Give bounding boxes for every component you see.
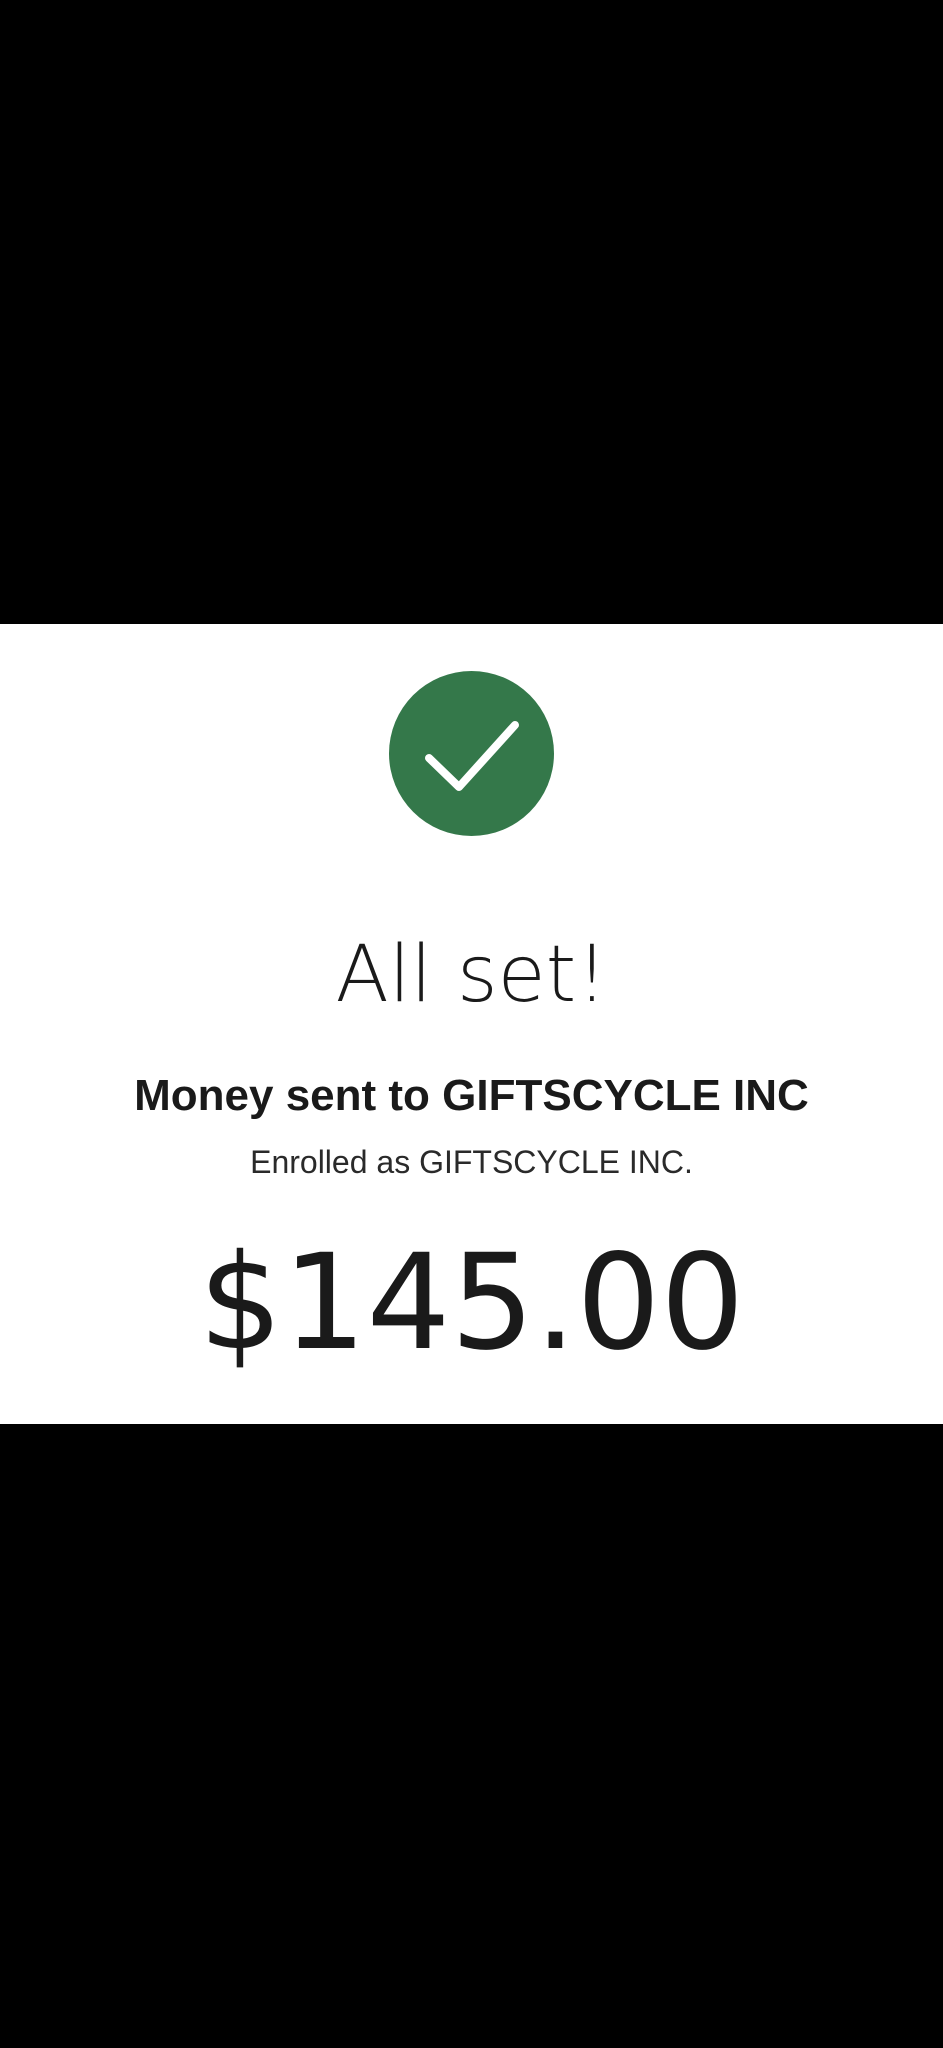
screen: All set! Money sent to GIFTSCYCLE INC En… (0, 0, 943, 2048)
enrolled-name-text: Enrolled as GIFTSCYCLE INC. (250, 1144, 693, 1180)
recipient-heading: Money sent to GIFTSCYCLE INC (134, 1071, 809, 1120)
page-title: All set! (335, 930, 608, 1020)
checkmark-icon (425, 721, 519, 791)
success-checkmark-icon (389, 671, 554, 836)
confirmation-card: All set! Money sent to GIFTSCYCLE INC En… (0, 624, 943, 1424)
amount-sent: $145.00 (198, 1226, 745, 1380)
